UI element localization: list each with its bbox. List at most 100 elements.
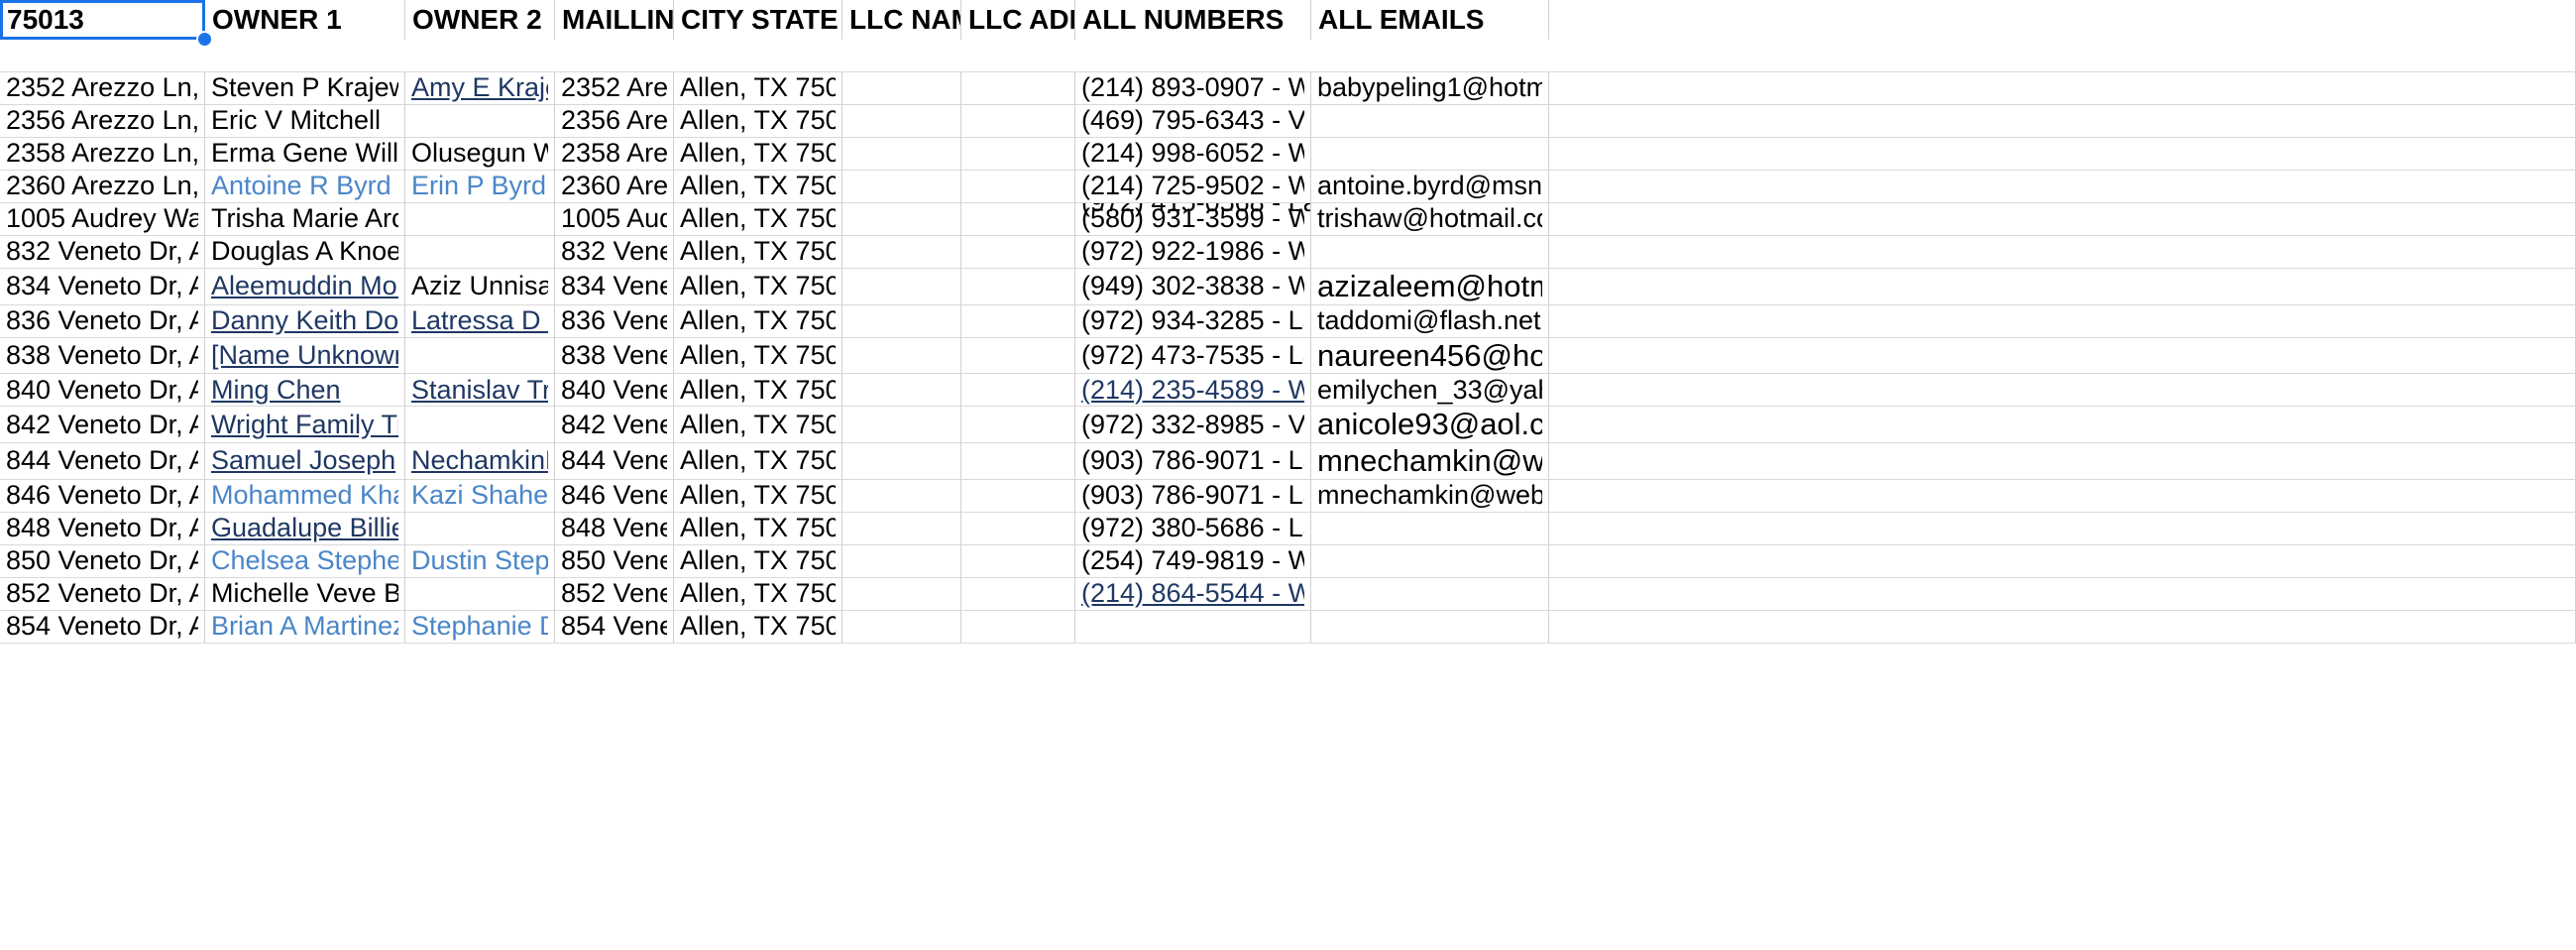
cell-owner2[interactable] <box>405 105 555 138</box>
cell-owner2[interactable] <box>405 203 555 236</box>
cell-extra[interactable] <box>1549 304 2576 338</box>
cell-owner1[interactable]: Antoine R Byrd <box>205 171 405 203</box>
cell-owner1[interactable]: Wright Family Trust <box>205 407 405 443</box>
cell-owner1[interactable]: [Name Unknown] <box>205 337 405 375</box>
cell-address[interactable]: 1005 Audrey Way, Allen, TX 75013 <box>0 203 205 236</box>
cell-owner2[interactable]: NechamkinMelissa <box>405 442 555 480</box>
cell-all-numbers[interactable]: (903) 786-9071 - Landline <box>1075 479 1311 513</box>
cell-owner1[interactable]: Trisha Marie Archey <box>205 203 405 236</box>
cell-extra[interactable] <box>1549 105 2576 138</box>
cell-all-numbers[interactable]: (469) 795-6343 - VOIP <box>1075 105 1311 138</box>
cell-address[interactable]: 838 Veneto Dr, Allen, TX 75013 <box>0 337 205 375</box>
cell-llc-address[interactable] <box>961 577 1075 611</box>
cell-address[interactable]: 2356 Arezzo Ln, Allen, TX 75013 <box>0 105 205 138</box>
cell-owner2[interactable]: Aziz Unnisa Mohammed <box>405 269 555 305</box>
cell-llc-name[interactable] <box>842 269 961 305</box>
cell-all-emails[interactable] <box>1311 610 1549 644</box>
cell-owner1[interactable]: Samuel Joseph <box>205 442 405 480</box>
cell-llc-name[interactable] <box>842 442 961 480</box>
cell-extra[interactable] <box>1549 544 2576 578</box>
cell-llc-address[interactable] <box>961 337 1075 375</box>
cell-owner2[interactable]: Erin P Byrd <box>405 171 555 203</box>
table-row[interactable]: 842 Veneto Dr, Allen, TX 75013 Wright Fam… <box>0 407 2576 443</box>
cell-mailing-address[interactable]: 2356 Arezzo Ln <box>555 105 674 138</box>
cell-all-emails[interactable]: emilychen_33@yahoo.ca <box>1311 374 1549 408</box>
cell-all-numbers[interactable]: (972) 332-8985 - VOIP <box>1075 407 1311 443</box>
cell-owner1[interactable]: Michelle Veve Berry <box>205 577 405 611</box>
cell-owner2[interactable] <box>405 337 555 375</box>
cell-address[interactable]: 848 Veneto Dr, Allen, TX 75013 <box>0 512 205 545</box>
column-header-address[interactable]: 75013 <box>0 0 205 40</box>
cell-llc-address[interactable] <box>961 269 1075 305</box>
table-row[interactable]: 846 Veneto Dr, Allen, TX 75013 Mohammed K… <box>0 479 2576 513</box>
cell-city-state[interactable]: Allen, TX 75013 <box>674 304 842 338</box>
spreadsheet-grid[interactable]: 75013 OWNER 1 OWNER 2 MAILLING ADDRESS C… <box>0 0 2576 950</box>
cell-llc-address[interactable] <box>961 203 1075 236</box>
cell-owner1[interactable]: Steven P Krajewski <box>205 72 405 105</box>
table-row[interactable]: 832 Veneto Dr, Allen, TX 75013 Douglas A … <box>0 236 2576 269</box>
cell-extra[interactable] <box>1549 442 2576 480</box>
cell-llc-address[interactable] <box>961 171 1075 203</box>
cell-city-state[interactable]: Allen, TX 75013 <box>674 138 842 171</box>
column-header-llcname[interactable]: LLC NAME <box>842 0 961 40</box>
cell-extra[interactable] <box>1549 610 2576 644</box>
cell-llc-name[interactable] <box>842 544 961 578</box>
cell-all-numbers[interactable]: (580) 931-3599 - Wireless(972) 415-0568 … <box>1075 203 1311 236</box>
cell-address[interactable]: 836 Veneto Dr, Allen, TX 75013 <box>0 304 205 338</box>
cell-llc-address[interactable] <box>961 105 1075 138</box>
cell-llc-name[interactable] <box>842 72 961 105</box>
cell-address[interactable]: 2358 Arezzo Ln, Allen, TX 75013 <box>0 138 205 171</box>
cell-llc-address[interactable] <box>961 479 1075 513</box>
cell-city-state[interactable]: Allen, TX 75013 <box>674 203 842 236</box>
cell-owner1[interactable]: Brian A Martinez <box>205 610 405 644</box>
cell-extra[interactable] <box>1549 512 2576 545</box>
cell-llc-name[interactable] <box>842 374 961 408</box>
cell-extra[interactable] <box>1549 236 2576 269</box>
cell-extra[interactable] <box>1549 171 2576 203</box>
cell-owner1[interactable]: Ming Chen <box>205 374 405 408</box>
table-row[interactable]: 844 Veneto Dr, Allen, TX 75013 Samuel Jos… <box>0 442 2576 480</box>
table-row[interactable]: 2352 Arezzo Ln, Allen, TX 75013 Steven P … <box>0 72 2576 105</box>
cell-owner1[interactable]: Eric V Mitchell <box>205 105 405 138</box>
cell-mailing-address[interactable]: 840 Veneto Dr <box>555 374 674 408</box>
cell-owner2[interactable]: Stanislav Trigub <box>405 374 555 408</box>
table-row[interactable]: 852 Veneto Dr, Allen, TX 75013 Michelle V… <box>0 577 2576 611</box>
cell-mailing-address[interactable]: 854 Veneto Dr <box>555 610 674 644</box>
cell-mailing-address[interactable]: 2358 Arezzo Ln <box>555 138 674 171</box>
cell-llc-name[interactable] <box>842 236 961 269</box>
cell-city-state[interactable]: Allen, TX 75013 <box>674 374 842 408</box>
cell-owner2[interactable] <box>405 577 555 611</box>
cell-extra[interactable] <box>1549 337 2576 375</box>
cell-owner2[interactable]: Latressa D Hill Dominguez <box>405 304 555 338</box>
cell-city-state[interactable]: Allen, TX 75013 <box>674 512 842 545</box>
cell-all-emails[interactable] <box>1311 236 1549 269</box>
cell-extra[interactable] <box>1549 374 2576 408</box>
cell-all-numbers[interactable]: (972) 934-3285 - Landline <box>1075 304 1311 338</box>
cell-owner2[interactable]: Dustin Stephens <box>405 544 555 578</box>
cell-mailing-address[interactable]: 838 Veneto Dr <box>555 337 674 375</box>
cell-mailing-address[interactable]: 2352 Arezzo Ln <box>555 72 674 105</box>
cell-owner2[interactable]: Amy E Krajewski <box>405 72 555 105</box>
cell-address[interactable]: 842 Veneto Dr, Allen, TX 75013 <box>0 407 205 443</box>
table-row[interactable]: 836 Veneto Dr, Allen, TX 75013 Danny Keit… <box>0 304 2576 338</box>
cell-llc-address[interactable] <box>961 442 1075 480</box>
cell-address[interactable]: 846 Veneto Dr, Allen, TX 75013 <box>0 479 205 513</box>
cell-all-numbers[interactable]: (214) 725-9502 - Wireless <box>1075 171 1311 203</box>
cell-llc-name[interactable] <box>842 105 961 138</box>
table-row[interactable]: 840 Veneto Dr, Allen, TX 75013 Ming Chen S… <box>0 374 2576 408</box>
cell-address[interactable]: 2352 Arezzo Ln, Allen, TX 75013 <box>0 72 205 105</box>
cell-owner2[interactable] <box>405 512 555 545</box>
table-row[interactable]: 848 Veneto Dr, Allen, TX 75013 Guadalupe … <box>0 512 2576 545</box>
cell-all-emails[interactable]: babypeling1@hotmail.com <box>1311 72 1549 105</box>
cell-city-state[interactable]: Allen, TX 75013 <box>674 337 842 375</box>
cell-city-state[interactable]: Allen, TX 75013 <box>674 479 842 513</box>
column-header-emails[interactable]: ALL EMAILS <box>1311 0 1549 40</box>
cell-llc-address[interactable] <box>961 610 1075 644</box>
cell-address[interactable]: 850 Veneto Dr, Allen, TX 75013 <box>0 544 205 578</box>
table-row[interactable]: 838 Veneto Dr, Allen, TX 75013 [Name Unkn… <box>0 337 2576 375</box>
cell-city-state[interactable]: Allen, TX 75013 <box>674 171 842 203</box>
cell-llc-address[interactable] <box>961 407 1075 443</box>
cell-mailing-address[interactable]: 2360 Arezzo Ln <box>555 171 674 203</box>
cell-extra[interactable] <box>1549 407 2576 443</box>
cell-llc-address[interactable] <box>961 304 1075 338</box>
